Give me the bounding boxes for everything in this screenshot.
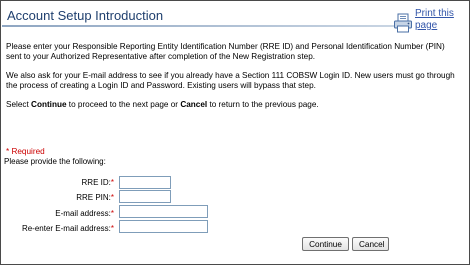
instruction-cancel: Cancel xyxy=(180,100,208,109)
provide-instruction: Please provide the following: xyxy=(4,157,106,166)
print-page-label[interactable]: Print this page xyxy=(415,8,470,32)
rre-id-field[interactable] xyxy=(119,176,171,189)
rre-pin-field[interactable] xyxy=(119,190,171,203)
reenter-email-row: Re-enter E-mail address:* xyxy=(0,222,114,236)
reenter-email-field[interactable] xyxy=(119,220,208,233)
rre-pin-label: RRE PIN:* xyxy=(76,193,114,202)
required-marker: * xyxy=(110,193,114,202)
instruction-suffix: to return to the previous page. xyxy=(207,100,319,109)
instruction-mid: to proceed to the next page or xyxy=(66,100,181,109)
rre-pin-row: RRE PIN:* xyxy=(0,191,114,205)
email-row: E-mail address:* xyxy=(0,207,114,221)
intro-paragraph-3: Select Continue to proceed to the next p… xyxy=(6,100,462,110)
email-label: E-mail address:* xyxy=(55,209,114,218)
title-divider xyxy=(2,25,397,27)
page-title: Account Setup Introduction xyxy=(7,8,164,23)
instruction-prefix: Select xyxy=(6,100,32,109)
reenter-email-label: Re-enter E-mail address:* xyxy=(21,224,114,233)
rre-id-row: RRE ID:* xyxy=(0,176,114,190)
continue-button[interactable]: Continue xyxy=(302,237,349,251)
intro-paragraph-1: Please enter your Responsible Reporting … xyxy=(6,42,445,61)
print-page-link[interactable]: Print this page xyxy=(393,8,470,33)
intro-content: Please enter your Responsible Reporting … xyxy=(6,42,462,119)
cancel-button[interactable]: Cancel xyxy=(352,237,389,251)
intro-paragraph-2: We also ask for your E-mail address to s… xyxy=(6,71,455,90)
rre-id-label: RRE ID:* xyxy=(81,178,114,187)
required-marker: * xyxy=(110,209,114,218)
instruction-continue: Continue xyxy=(31,100,67,109)
required-note: * Required xyxy=(6,147,45,156)
email-field[interactable] xyxy=(119,205,208,218)
printer-icon[interactable] xyxy=(393,13,413,33)
required-marker: * xyxy=(110,224,114,233)
required-marker: * xyxy=(110,178,114,187)
